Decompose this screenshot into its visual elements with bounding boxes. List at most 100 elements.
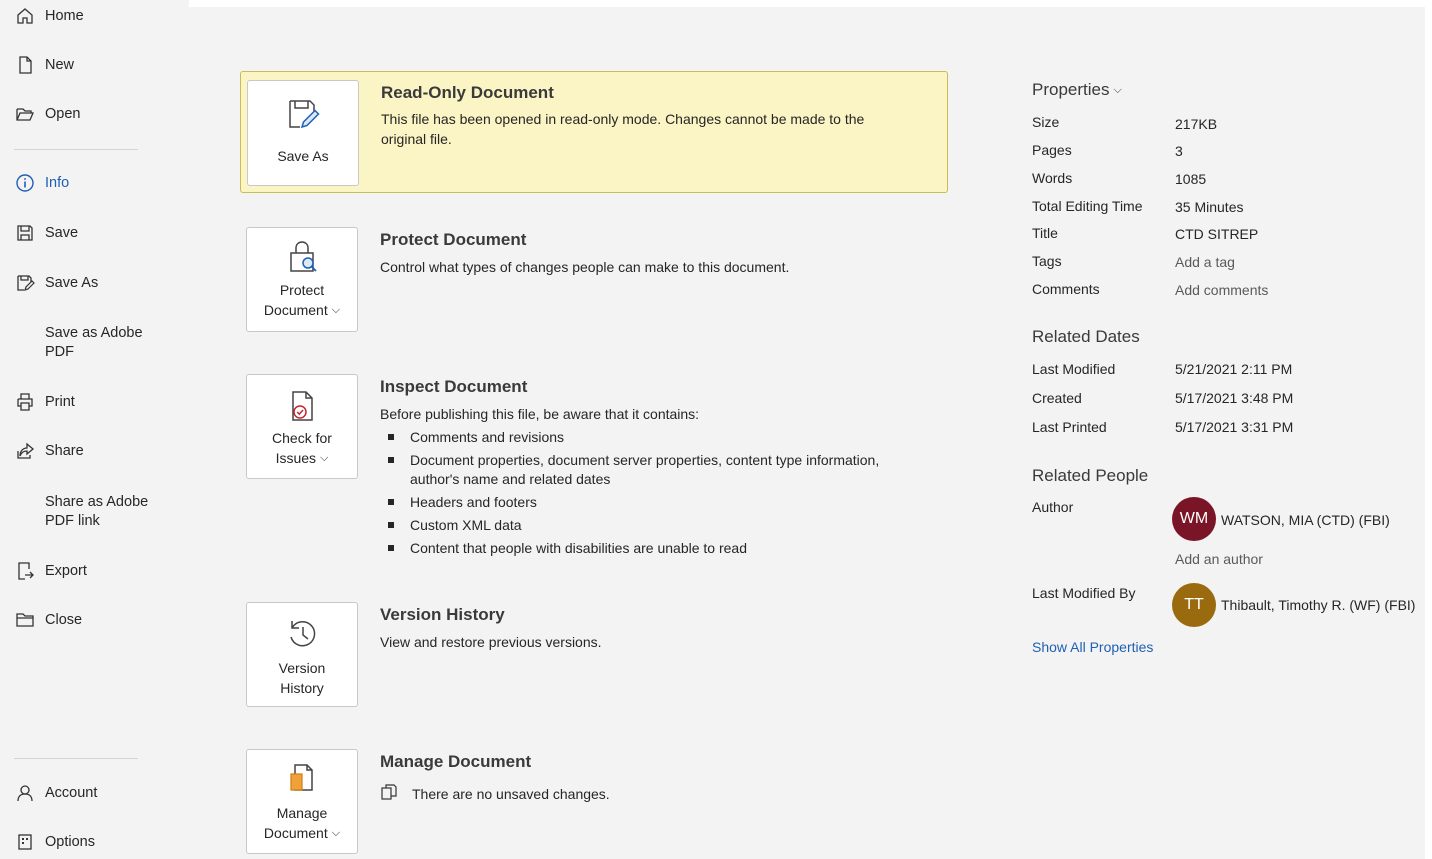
date-key: Created (1032, 390, 1082, 406)
nav-export[interactable]: Export (8, 551, 183, 591)
info-icon (14, 172, 36, 194)
nav-open[interactable]: Open (8, 94, 183, 134)
nav-close[interactable]: Close (8, 600, 183, 640)
nav-home[interactable]: Home (8, 0, 183, 36)
property-key: Tags (1032, 253, 1062, 269)
date-key: Last Modified (1032, 361, 1116, 377)
nav-save[interactable]: Save (8, 213, 183, 253)
new-document-icon (14, 54, 36, 76)
manage-document-tile-button[interactable]: Manage Document ⌵ (246, 749, 358, 854)
list-item: Comments and revisions (380, 428, 940, 447)
comments-field[interactable]: Add comments (1175, 280, 1268, 300)
nav-save-label: Save (45, 224, 79, 241)
document-stack-icon (380, 783, 398, 806)
nav-open-label: Open (45, 105, 81, 122)
date-key: Last Printed (1032, 419, 1107, 435)
property-value: 217KB (1175, 116, 1218, 132)
title-field[interactable]: CTD SITREP (1175, 224, 1258, 244)
list-item: Content that people with disabilities ar… (380, 539, 940, 558)
save-as-tile-button[interactable]: Save As (247, 80, 359, 186)
nav-save-as[interactable]: Save As (8, 263, 183, 303)
related-people-header: Related People (1032, 466, 1149, 485)
list-item: Document properties, document server pro… (380, 451, 910, 489)
nav-print[interactable]: Print (8, 382, 183, 422)
protect-document-tile-label-1: Protect (279, 282, 325, 298)
show-all-properties-link[interactable]: Show All Properties (1032, 639, 1153, 655)
manage-document-section: Manage Document ⌵ Manage Document There a… (240, 749, 947, 856)
inspect-document-description: Before publishing this file, be aware th… (380, 406, 700, 422)
nav-share-as-adobe-pdf-link-label: Share as Adobe PDF link (45, 494, 149, 529)
home-icon (14, 5, 36, 27)
protect-document-section: Protect Document ⌵ Protect Document Contr… (240, 227, 947, 337)
protect-document-tile-button[interactable]: Protect Document ⌵ (246, 227, 358, 332)
property-key: Pages (1032, 142, 1072, 158)
folder-close-icon (14, 609, 36, 631)
folder-open-icon (14, 103, 36, 125)
nav-divider-bottom (14, 758, 138, 759)
check-for-issues-tile-label-2: Issues ⌵ (275, 450, 329, 466)
save-as-tile-label: Save As (277, 148, 329, 164)
nav-info[interactable]: Info (8, 163, 183, 203)
properties-header[interactable]: Properties ⌵ (1032, 80, 1122, 100)
backstage-sidebar: Home New Open Info Save Save As Save as … (0, 0, 189, 859)
list-item: Headers and footers (380, 493, 940, 512)
author-label: Author (1032, 499, 1074, 515)
version-history-title: Version History (380, 605, 505, 624)
list-item: Custom XML data (380, 516, 940, 535)
backstage-info-view: Home New Open Info Save Save As Save as … (0, 0, 1432, 859)
manage-document-title: Manage Document (380, 752, 532, 771)
add-author-field[interactable]: Add an author (1175, 551, 1263, 567)
nav-close-label: Close (45, 611, 83, 628)
nav-account[interactable]: Account (8, 773, 183, 813)
tags-field[interactable]: Add a tag (1175, 252, 1235, 272)
manage-document-tile-label-2: Document ⌵ (263, 825, 341, 841)
export-icon (14, 560, 36, 582)
avatar[interactable]: WM (1172, 497, 1216, 541)
property-value: 35 Minutes (1175, 199, 1244, 215)
document-check-icon (247, 387, 357, 425)
version-history-tile-button[interactable]: Version History (246, 602, 358, 707)
protect-document-description: Control what types of changes people can… (380, 259, 790, 275)
nav-share[interactable]: Share (8, 431, 183, 471)
nav-print-label: Print (45, 393, 75, 410)
nav-divider (14, 149, 138, 150)
property-key: Size (1032, 114, 1060, 130)
protect-document-tile-label-2: Document ⌵ (263, 302, 341, 318)
nav-info-label: Info (45, 174, 70, 191)
nav-account-label: Account (45, 784, 98, 801)
property-key: Total Editing Time (1032, 198, 1143, 214)
property-value: 3 (1175, 143, 1183, 159)
chevron-down-icon: ⌵ (1113, 84, 1122, 96)
nav-new[interactable]: New (8, 45, 183, 85)
options-icon (14, 831, 36, 853)
version-history-section: Version History Version History View and… (240, 602, 947, 712)
lock-search-icon (247, 238, 357, 276)
property-value: 1085 (1175, 171, 1207, 187)
manage-document-description: There are no unsaved changes. (412, 786, 610, 802)
nav-options[interactable]: Options (8, 822, 183, 859)
chevron-down-icon: ⌵ (331, 304, 341, 316)
protect-document-title: Protect Document (380, 230, 527, 249)
inspect-document-bullets: Comments and revisions Document properti… (380, 428, 940, 562)
save-icon (14, 222, 36, 244)
read-only-title: Read-Only Document (381, 83, 554, 102)
read-only-banner: Save As Read-Only Document This file has… (240, 71, 948, 193)
chevron-down-icon: ⌵ (320, 452, 329, 464)
nav-save-as-adobe-pdf[interactable]: Save as Adobe PDF (8, 322, 183, 364)
avatar[interactable]: TT (1172, 583, 1216, 627)
inspect-document-section: Check for Issues ⌵ Inspect Document Befor… (240, 374, 947, 574)
chevron-down-icon: ⌵ (331, 827, 341, 839)
version-history-tile-label-2: History (280, 680, 324, 696)
nav-share-as-adobe-pdf-link[interactable]: Share as Adobe PDF link (8, 491, 183, 533)
date-value: 5/17/2021 3:31 PM (1175, 419, 1294, 435)
property-key: Words (1032, 170, 1073, 186)
nav-export-label: Export (45, 562, 87, 579)
version-history-description: View and restore previous versions. (380, 634, 602, 650)
property-key: Comments (1032, 281, 1100, 297)
last-modified-by-name[interactable]: Thibault, Timothy R. (WF) (FBI) (1221, 597, 1415, 613)
nav-save-as-label: Save As (45, 274, 99, 291)
manage-document-icon (247, 760, 357, 798)
author-name[interactable]: WATSON, MIA (CTD) (FBI) (1221, 512, 1390, 528)
check-for-issues-tile-button[interactable]: Check for Issues ⌵ (246, 374, 358, 479)
manage-document-tile-label-1: Manage (276, 805, 328, 821)
